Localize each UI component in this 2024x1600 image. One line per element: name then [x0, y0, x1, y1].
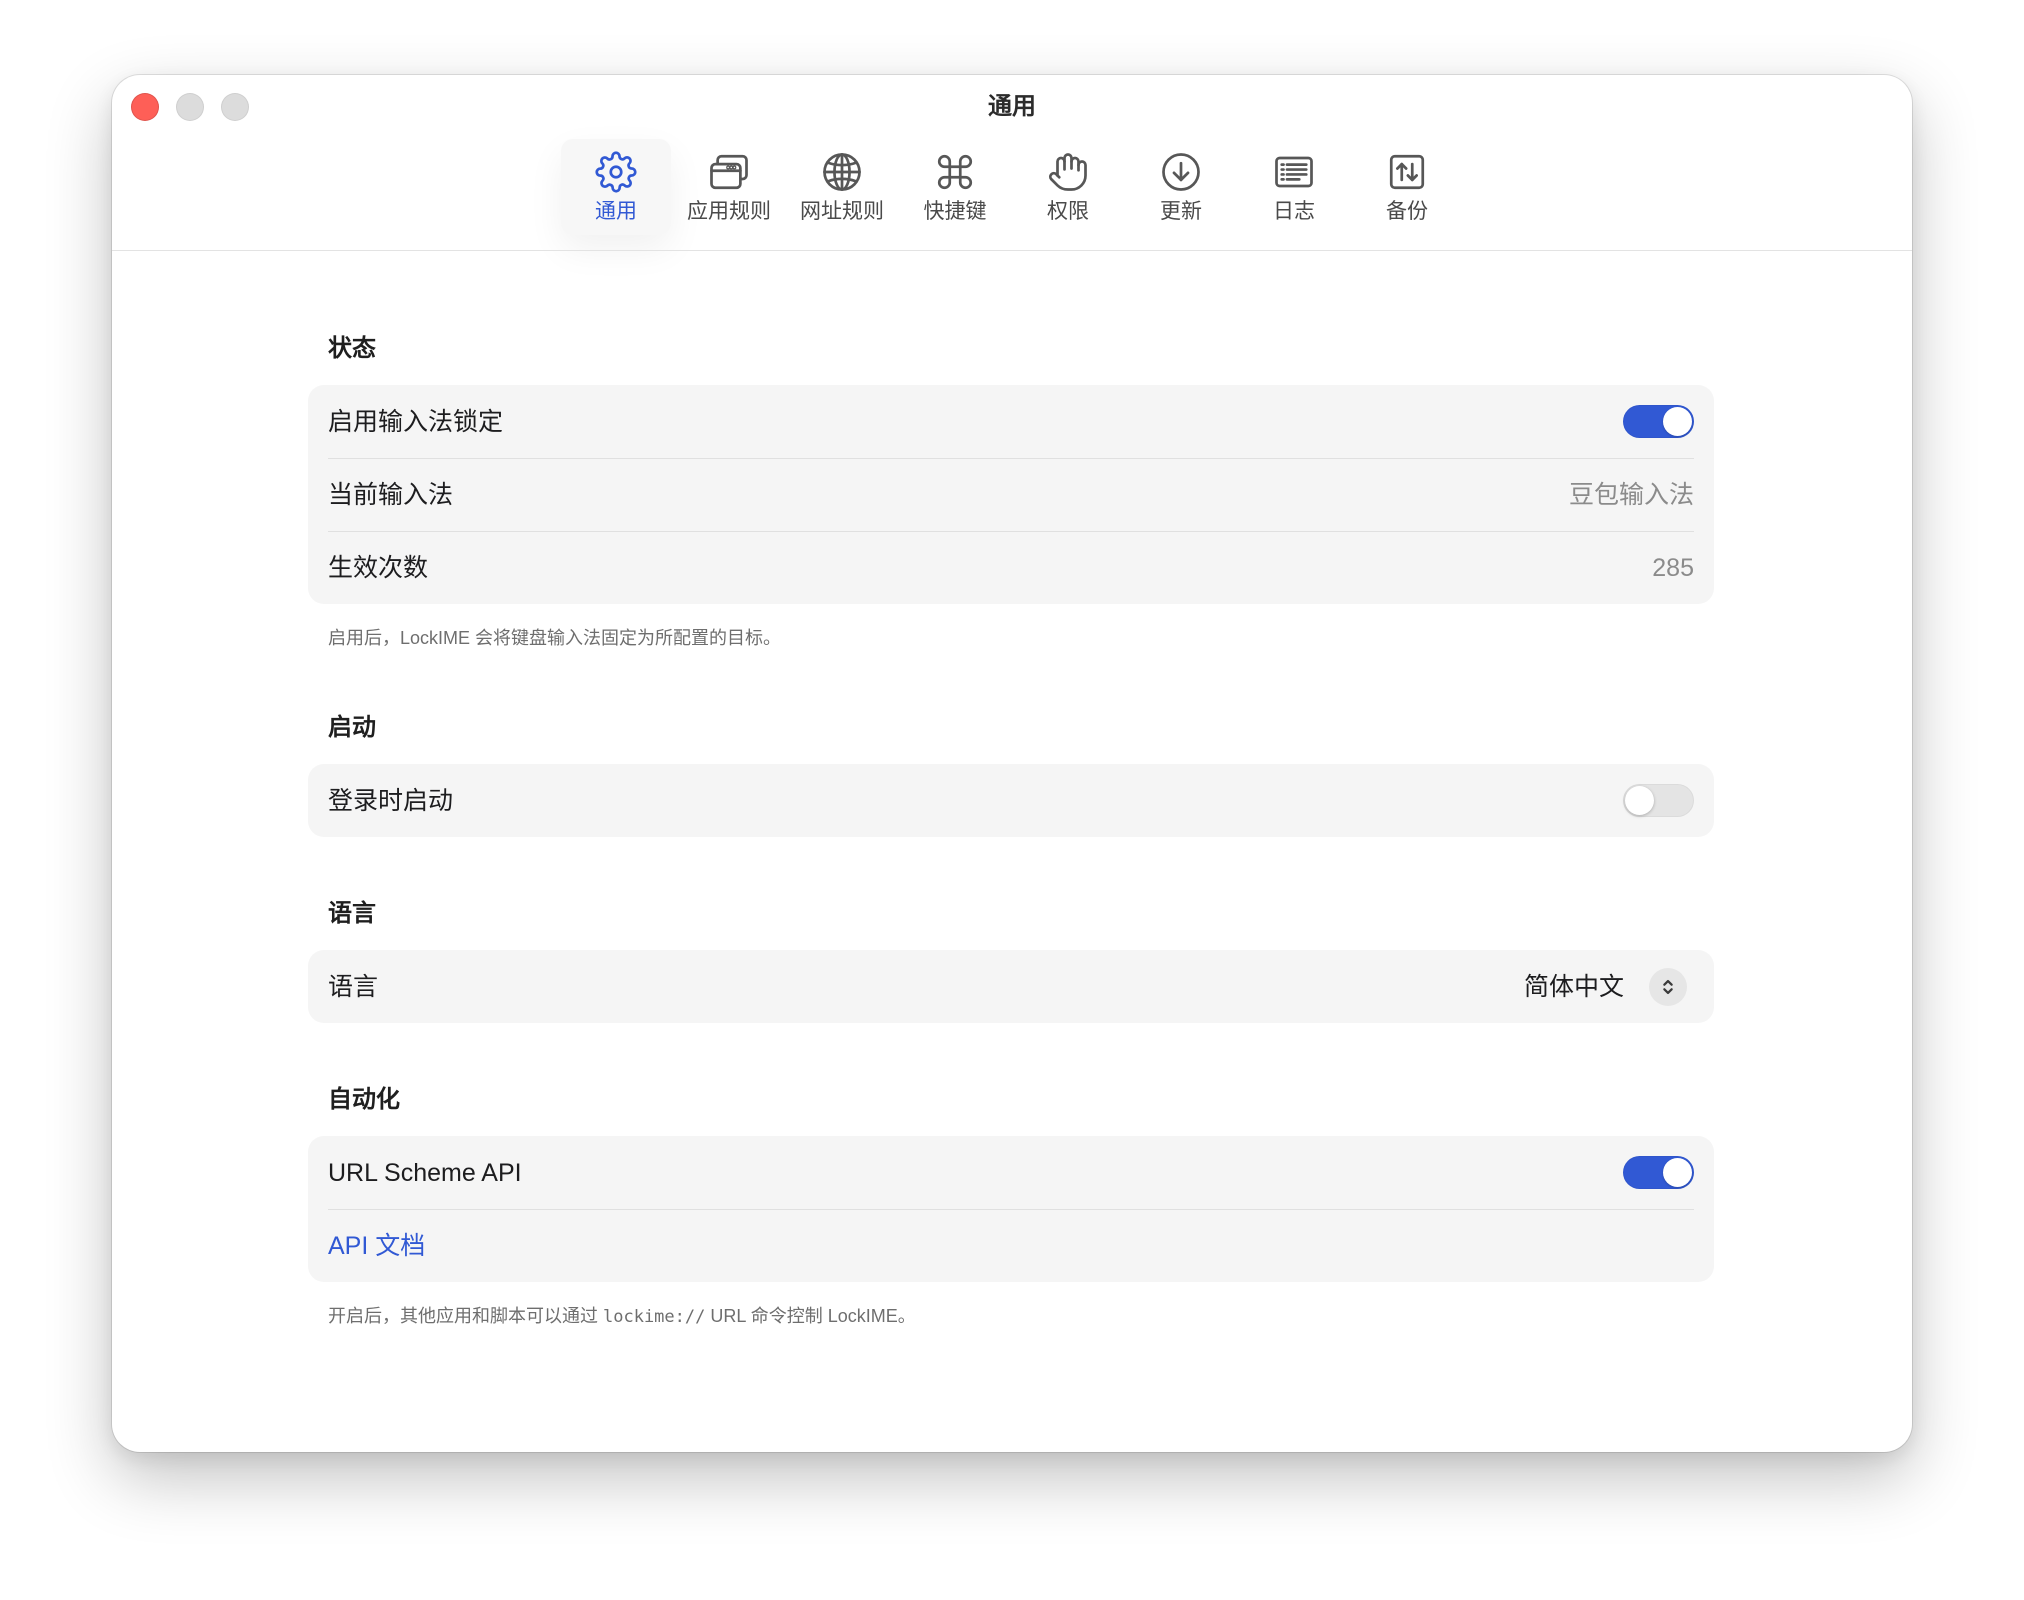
globe-icon: [823, 153, 861, 191]
launch-at-login-toggle[interactable]: [1623, 784, 1694, 817]
row-label: URL Scheme API: [328, 1158, 522, 1187]
tab-label: 应用规则: [687, 200, 771, 223]
tab-general[interactable]: 通用: [561, 139, 671, 235]
url-scheme-row: URL Scheme API: [328, 1136, 1694, 1209]
automation-section: 自动化 URL Scheme API API 文档 开启后，其他应用和脚本可以通…: [308, 1085, 1714, 1329]
section-title: 状态: [328, 335, 376, 362]
current-ime-row: 当前输入法 豆包输入法: [328, 458, 1694, 531]
row-label: 当前输入法: [328, 481, 454, 509]
language-select[interactable]: 简体中文: [1523, 967, 1687, 1006]
status-footnote: 启用后，LockIME 会将键盘输入法固定为所配置的目标。: [328, 628, 782, 648]
log-list-icon: [1275, 156, 1313, 188]
startup-group: 登录时启动: [308, 764, 1714, 837]
footnote-text: URL 命令控制 LockIME。: [705, 1306, 916, 1326]
status-section: 状态 启用输入法锁定 当前输入法 豆包输入法 生效次数 285 启用后，Lock…: [308, 334, 1714, 650]
footnote-code: lockime://: [603, 1307, 706, 1327]
toggle-knob: [1625, 786, 1654, 815]
toggle-knob: [1663, 407, 1692, 436]
language-group: 语言 简体中文: [308, 950, 1714, 1023]
tab-label: 日志: [1273, 200, 1315, 223]
toolbar: 通用 应用规则 网址规则 快捷键 权限 更新 日志 备份: [561, 139, 1462, 235]
tab-label: 通用: [595, 200, 637, 223]
tab-label: 权限: [1047, 200, 1089, 223]
enable-ime-lock-row: 启用输入法锁定: [328, 385, 1694, 458]
automation-group: URL Scheme API API 文档: [308, 1136, 1714, 1282]
hand-icon: [1048, 153, 1087, 191]
tab-permissions[interactable]: 权限: [1013, 139, 1123, 235]
activation-count-value: 285: [1652, 554, 1694, 582]
language-select-value: 简体中文: [1523, 972, 1624, 1001]
current-ime-value: 豆包输入法: [1568, 481, 1694, 509]
language-row: 语言 简体中文: [328, 950, 1694, 1023]
app-windows-icon: [710, 154, 748, 190]
language-section: 语言 语言 简体中文: [308, 899, 1714, 1023]
tab-label: 网址规则: [800, 200, 884, 223]
tab-logs[interactable]: 日志: [1239, 139, 1349, 235]
tab-shortcuts[interactable]: 快捷键: [900, 139, 1010, 235]
automation-footnote: 开启后，其他应用和脚本可以通过 lockime:// URL 命令控制 Lock…: [308, 1304, 1714, 1329]
toggle-knob: [1663, 1158, 1692, 1187]
row-label: 语言: [328, 972, 379, 1001]
startup-section: 启动 登录时启动: [308, 713, 1714, 837]
enable-ime-lock-toggle[interactable]: [1623, 405, 1694, 438]
section-title: 语言: [328, 900, 376, 927]
gear-icon: [595, 151, 637, 193]
tab-app-rules[interactable]: 应用规则: [674, 139, 784, 235]
settings-window: 通用 通用 应用规则 网址规则 快捷键 权限 更新 日志 备份 状态 启用输入法…: [112, 75, 1912, 1452]
section-title: 自动化: [328, 1086, 400, 1113]
activation-count-row: 生效次数 285: [328, 531, 1694, 604]
tab-backup[interactable]: 备份: [1352, 139, 1462, 235]
window-title: 通用: [988, 93, 1036, 120]
chevron-up-down-icon[interactable]: [1649, 967, 1687, 1006]
tab-url-rules[interactable]: 网址规则: [787, 139, 897, 235]
row-label: 生效次数: [328, 554, 429, 582]
toolbar-divider: [112, 250, 1912, 251]
tab-label: 快捷键: [923, 200, 987, 223]
status-group: 启用输入法锁定 当前输入法 豆包输入法 生效次数 285: [308, 385, 1714, 604]
row-label: 登录时启动: [328, 786, 454, 815]
tab-label: 更新: [1160, 200, 1202, 223]
url-scheme-toggle[interactable]: [1623, 1156, 1694, 1189]
section-title: 启动: [328, 714, 376, 741]
tab-updates[interactable]: 更新: [1126, 139, 1236, 235]
chevron-up-down-icon: [1663, 979, 1673, 994]
footnote-text: 开启后，其他应用和脚本可以通过: [328, 1306, 603, 1326]
api-docs-row: API 文档: [328, 1209, 1694, 1282]
api-docs-link[interactable]: API 文档: [328, 1230, 425, 1262]
launch-at-login-row: 登录时启动: [328, 764, 1694, 837]
command-icon: [937, 154, 973, 190]
arrow-down-circle-icon: [1162, 153, 1200, 191]
row-label: 启用输入法锁定: [328, 407, 504, 436]
backup-arrows-icon: [1389, 154, 1425, 190]
tab-label: 备份: [1386, 200, 1428, 223]
